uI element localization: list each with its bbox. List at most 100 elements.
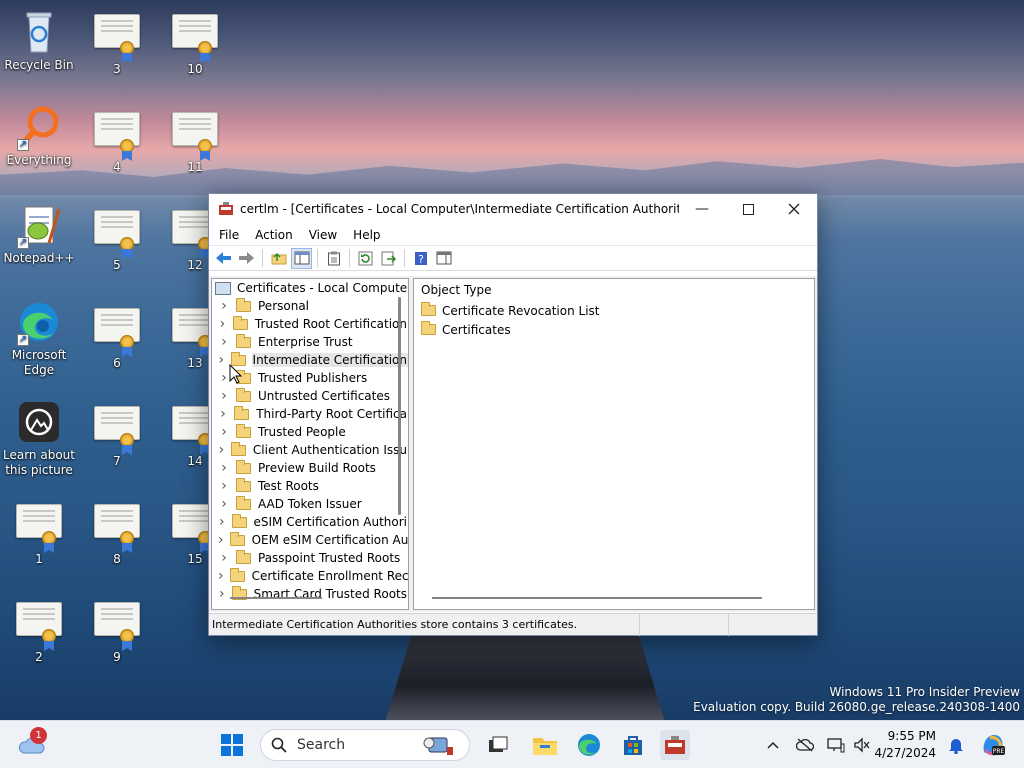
minimize-icon: — bbox=[695, 201, 709, 217]
show-hide-action-pane-button[interactable] bbox=[433, 248, 454, 269]
chevron-up-icon bbox=[767, 741, 779, 749]
results-pane[interactable]: Object Type Certificate Revocation List … bbox=[413, 278, 815, 610]
folder-icon bbox=[236, 423, 251, 438]
desktop-icon-cert-4[interactable]: 4 bbox=[79, 108, 155, 175]
show-hidden-icons-button[interactable] bbox=[763, 735, 783, 755]
desktop-icon-cert-8[interactable]: 8 bbox=[79, 500, 155, 567]
desktop-icon-cert-6[interactable]: 6 bbox=[79, 304, 155, 371]
tree-item[interactable]: › Test Roots bbox=[212, 477, 408, 495]
column-header-object-type[interactable]: Object Type bbox=[414, 279, 814, 301]
tree-item[interactable]: › Trusted Root Certification bbox=[212, 315, 408, 333]
chevron-right-icon[interactable]: › bbox=[218, 514, 226, 530]
menu-action[interactable]: Action bbox=[247, 228, 301, 242]
tree-item[interactable]: › Preview Build Roots bbox=[212, 459, 408, 477]
tree-horizontal-scrollbar[interactable] bbox=[230, 597, 322, 599]
chevron-right-icon[interactable]: › bbox=[218, 568, 224, 584]
tree-item[interactable]: › OEM eSIM Certification Au bbox=[212, 531, 408, 549]
menu-file[interactable]: File bbox=[211, 228, 247, 242]
list-item-certificates[interactable]: Certificates bbox=[414, 320, 814, 339]
certlm-window[interactable]: certlm - [Certificates - Local Computer\… bbox=[208, 193, 818, 636]
tree-root[interactable]: Certificates - Local Computer bbox=[212, 279, 408, 297]
export-button[interactable] bbox=[378, 248, 399, 269]
menu-help[interactable]: Help bbox=[345, 228, 388, 242]
minimize-button[interactable]: — bbox=[679, 194, 725, 224]
forward-button[interactable] bbox=[236, 248, 257, 269]
certlm-taskbar-button[interactable] bbox=[660, 730, 690, 760]
tree-item[interactable]: › AAD Token Issuer bbox=[212, 495, 408, 513]
chevron-right-icon[interactable]: › bbox=[218, 298, 230, 314]
tree-item[interactable]: › Trusted People bbox=[212, 423, 408, 441]
status-text: Intermediate Certification Authorities s… bbox=[212, 618, 578, 631]
tree-item[interactable]: › Certificate Enrollment Rec bbox=[212, 567, 408, 585]
chevron-right-icon[interactable]: › bbox=[218, 442, 225, 458]
chevron-right-icon[interactable]: › bbox=[218, 316, 227, 332]
chevron-right-icon[interactable]: › bbox=[218, 532, 224, 548]
tree-item[interactable]: › Personal bbox=[212, 297, 408, 315]
desktop-icon-recycle-bin[interactable]: Recycle Bin bbox=[1, 10, 77, 73]
chevron-right-icon[interactable]: › bbox=[218, 550, 230, 566]
copilot-button[interactable]: PRE bbox=[980, 732, 1006, 758]
edge-taskbar-button[interactable] bbox=[574, 730, 604, 760]
desktop-icon-cert-3[interactable]: 3 bbox=[79, 10, 155, 77]
desktop-icon-cert-5[interactable]: 5 bbox=[79, 206, 155, 273]
tree-item[interactable]: › Third-Party Root Certifica bbox=[212, 405, 408, 423]
start-button[interactable] bbox=[217, 730, 247, 760]
chevron-right-icon[interactable]: › bbox=[218, 388, 230, 404]
task-view-button[interactable] bbox=[483, 730, 513, 760]
tree-item[interactable]: › Passpoint Trusted Roots bbox=[212, 549, 408, 567]
microsoft-store-button[interactable] bbox=[618, 730, 648, 760]
menu-view[interactable]: View bbox=[301, 228, 345, 242]
back-button[interactable] bbox=[213, 248, 234, 269]
chevron-right-icon[interactable]: › bbox=[218, 496, 230, 512]
desktop-icon-everything[interactable]: ↗ Everything bbox=[1, 105, 77, 168]
tree-vertical-scrollbar[interactable] bbox=[398, 297, 401, 515]
desktop-icon-cert-9[interactable]: 9 bbox=[79, 598, 155, 665]
title-bar[interactable]: certlm - [Certificates - Local Computer\… bbox=[209, 194, 817, 224]
desktop-icon-cert-11[interactable]: 11 bbox=[157, 108, 233, 175]
close-button[interactable] bbox=[771, 194, 817, 224]
network-tray-button[interactable] bbox=[826, 735, 846, 755]
desktop-icon-cert-2[interactable]: 2 bbox=[1, 598, 77, 665]
desktop-icon-learn-about-this-picture[interactable]: Learn about this picture bbox=[1, 400, 77, 478]
folder-icon bbox=[236, 297, 251, 312]
tree-item[interactable]: › Enterprise Trust bbox=[212, 333, 408, 351]
volume-muted-icon bbox=[854, 737, 870, 753]
help-button[interactable]: ? bbox=[410, 248, 431, 269]
tree-item[interactable]: › Client Authentication Issu bbox=[212, 441, 408, 459]
tree-item[interactable]: › Smart Card Trusted Roots bbox=[212, 585, 408, 603]
desktop-icon-microsoft-edge[interactable]: ↗ Microsoft Edge bbox=[1, 300, 77, 378]
export-list-button[interactable] bbox=[323, 248, 344, 269]
up-one-level-button[interactable] bbox=[268, 248, 289, 269]
maximize-button[interactable] bbox=[725, 194, 771, 224]
main-panes: Certificates - Local Computer › Personal ›… bbox=[209, 276, 817, 612]
console-tree-pane[interactable]: Certificates - Local Computer › Personal ›… bbox=[211, 278, 409, 610]
copilot-icon: PRE bbox=[983, 735, 1005, 756]
taskbar-search-box[interactable]: Search bbox=[260, 729, 470, 761]
desktop-icon-cert-7[interactable]: 7 bbox=[79, 402, 155, 469]
chevron-right-icon[interactable]: › bbox=[218, 406, 228, 422]
chevron-right-icon[interactable]: › bbox=[218, 460, 230, 476]
chevron-right-icon[interactable]: › bbox=[218, 424, 230, 440]
file-explorer-button[interactable] bbox=[530, 730, 560, 760]
chevron-right-icon[interactable]: › bbox=[218, 352, 225, 368]
taskbar-clock[interactable]: 9:55 PM 4/27/2024 bbox=[874, 728, 936, 762]
desktop-icon-cert-1[interactable]: 1 bbox=[1, 500, 77, 567]
chevron-right-icon[interactable]: › bbox=[218, 478, 230, 494]
windows-logo-icon bbox=[221, 734, 243, 756]
desktop-icon-cert-10[interactable]: 10 bbox=[157, 10, 233, 77]
results-horizontal-scrollbar[interactable] bbox=[432, 597, 762, 599]
tree-item[interactable]: › Untrusted Certificates bbox=[212, 387, 408, 405]
tree-item-label: Enterprise Trust bbox=[258, 335, 353, 349]
list-item-crl[interactable]: Certificate Revocation List bbox=[414, 301, 814, 320]
mouse-cursor-icon bbox=[229, 364, 243, 384]
tree-item[interactable]: › eSIM Certification Authori bbox=[212, 513, 408, 531]
volume-tray-button[interactable] bbox=[852, 735, 872, 755]
onedrive-tray-button[interactable] bbox=[795, 735, 815, 755]
desktop-icon-label: 7 bbox=[113, 454, 121, 468]
show-hide-console-tree-button[interactable] bbox=[291, 247, 312, 269]
chevron-right-icon[interactable]: › bbox=[218, 586, 226, 602]
desktop-icon-notepad-plus-plus[interactable]: ↗ Notepad++ bbox=[1, 203, 77, 266]
refresh-button[interactable] bbox=[355, 248, 376, 269]
notifications-button[interactable] bbox=[946, 735, 966, 755]
chevron-right-icon[interactable]: › bbox=[218, 334, 230, 350]
